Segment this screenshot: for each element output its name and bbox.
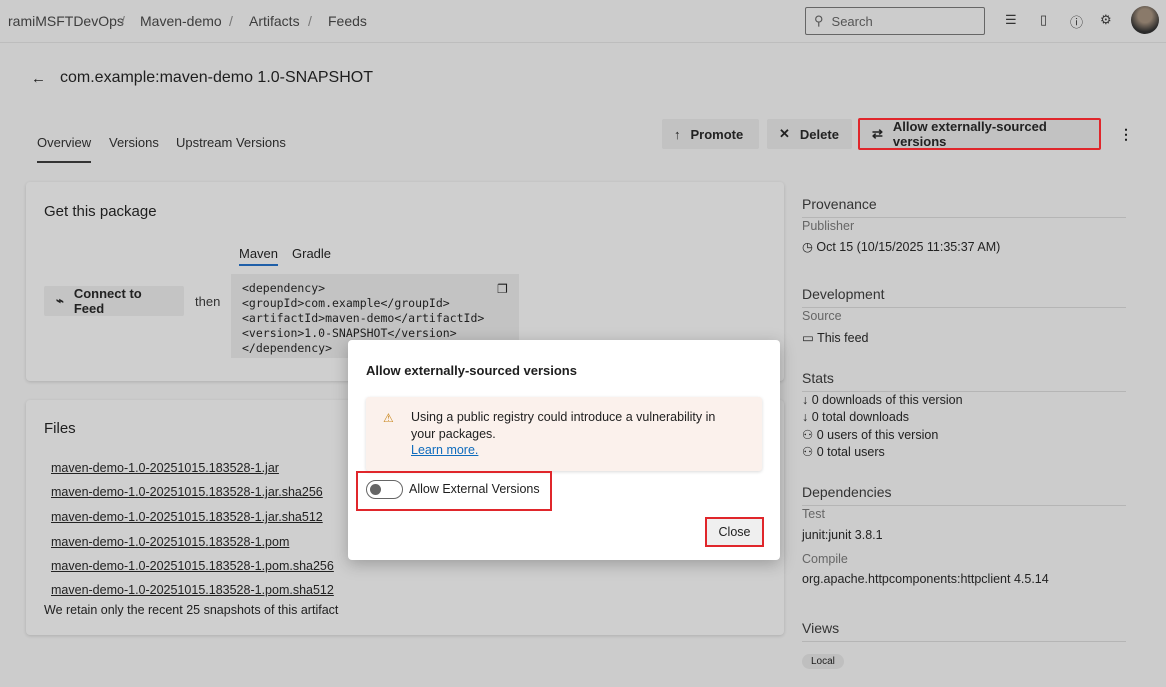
file-link[interactable]: maven-demo-1.0-20251015.183528-1.jar.sha…: [51, 510, 323, 524]
then-label: then: [195, 294, 221, 309]
breadcrumb-separator: /: [229, 13, 233, 29]
code-tab-maven[interactable]: Maven: [239, 246, 279, 266]
download-icon: ↓: [802, 393, 812, 407]
stat-item: ⚇ 0 total users: [802, 445, 885, 459]
arrow-up-icon: ↑: [674, 126, 681, 142]
breadcrumb-separator: /: [121, 13, 125, 29]
views-title: Views: [802, 620, 1126, 642]
swap-icon: ⇄: [872, 126, 883, 141]
test-dependency[interactable]: junit:junit 3.8.1: [802, 528, 883, 542]
users-icon: ⚇: [802, 445, 817, 459]
tab-upstream-versions[interactable]: Upstream Versions: [176, 135, 286, 150]
development-title: Development: [802, 286, 1126, 308]
source-label: Source: [802, 309, 842, 323]
test-label: Test: [802, 507, 825, 521]
breadcrumb-feeds[interactable]: Feeds: [328, 13, 367, 29]
provenance-title: Provenance: [802, 196, 1126, 218]
breadcrumb-org[interactable]: ramiMSFTDevOps: [8, 13, 124, 29]
delete-button[interactable]: ✕ Delete: [767, 119, 852, 149]
warning-text: Using a public registry could introduce …: [411, 410, 716, 441]
compile-label: Compile: [802, 552, 848, 566]
publisher-label: Publisher: [802, 219, 855, 233]
snapshot-retention-note: We retain only the recent 25 snapshots o…: [44, 603, 339, 617]
back-arrow-icon[interactable]: ←: [31, 70, 46, 87]
warning-icon: ⚠: [383, 411, 394, 425]
file-link[interactable]: maven-demo-1.0-20251015.183528-1.pom.sha…: [51, 559, 334, 573]
copy-icon[interactable]: ❐: [497, 282, 508, 296]
tab-versions[interactable]: Versions: [109, 135, 159, 150]
user-settings-icon[interactable]: ⚙: [1100, 12, 1112, 28]
files-title: Files: [44, 420, 76, 437]
download-icon: ↓: [802, 410, 812, 424]
plug-icon: ⌁: [56, 293, 64, 308]
connect-to-feed-button[interactable]: ⌁ Connect to Feed: [44, 286, 184, 316]
search-icon: ⚲: [814, 13, 824, 28]
publish-date: ◷ Oct 15 (10/15/2025 11:35:37 AM): [802, 240, 1001, 254]
stats-title: Stats: [802, 370, 1126, 392]
compile-dependency[interactable]: org.apache.httpcomponents:httpclient 4.5…: [802, 572, 1049, 586]
task-list-icon[interactable]: ☰: [1005, 12, 1017, 28]
source-value: ▭ This feed: [802, 331, 869, 345]
marketplace-icon[interactable]: ▯: [1040, 12, 1047, 28]
breadcrumb-artifacts[interactable]: Artifacts: [249, 13, 300, 29]
allow-external-toggle[interactable]: [366, 480, 403, 499]
users-icon: ⚇: [802, 428, 817, 442]
stat-item: ↓ 0 downloads of this version: [802, 393, 963, 407]
view-badge: Local: [802, 654, 844, 669]
search-input[interactable]: ⚲ Search: [805, 7, 985, 35]
dialog-title: Allow externally-sourced versions: [366, 363, 577, 378]
dependencies-title: Dependencies: [802, 484, 1126, 506]
allow-external-button[interactable]: ⇄ Allow externally-sourced versions: [858, 118, 1101, 150]
feed-icon: ▭: [802, 331, 818, 345]
clock-icon: ◷: [802, 240, 817, 254]
file-link[interactable]: maven-demo-1.0-20251015.183528-1.pom: [51, 535, 289, 549]
get-package-title: Get this package: [44, 203, 157, 220]
more-options-icon[interactable]: ⋮: [1119, 126, 1133, 143]
file-link[interactable]: maven-demo-1.0-20251015.183528-1.jar.sha…: [51, 485, 323, 499]
file-link[interactable]: maven-demo-1.0-20251015.183528-1.jar: [51, 461, 279, 475]
file-link[interactable]: maven-demo-1.0-20251015.183528-1.pom.sha…: [51, 583, 334, 597]
promote-button[interactable]: ↑ Promote: [662, 119, 759, 149]
avatar[interactable]: [1131, 6, 1159, 34]
learn-more-link[interactable]: Learn more.: [411, 443, 478, 457]
breadcrumb-project[interactable]: Maven-demo: [140, 13, 222, 29]
close-icon: ✕: [779, 126, 790, 141]
help-icon[interactable]: ⓘ: [1070, 12, 1083, 31]
page-title: com.example:maven-demo 1.0-SNAPSHOT: [60, 69, 373, 86]
code-tab-gradle[interactable]: Gradle: [292, 246, 331, 261]
tab-overview[interactable]: Overview: [37, 135, 92, 163]
toggle-label: Allow External Versions: [409, 482, 540, 496]
stat-item: ↓ 0 total downloads: [802, 410, 910, 424]
stat-item: ⚇ 0 users of this version: [802, 428, 939, 442]
close-button[interactable]: Close: [705, 517, 764, 547]
breadcrumb-separator: /: [308, 13, 312, 29]
